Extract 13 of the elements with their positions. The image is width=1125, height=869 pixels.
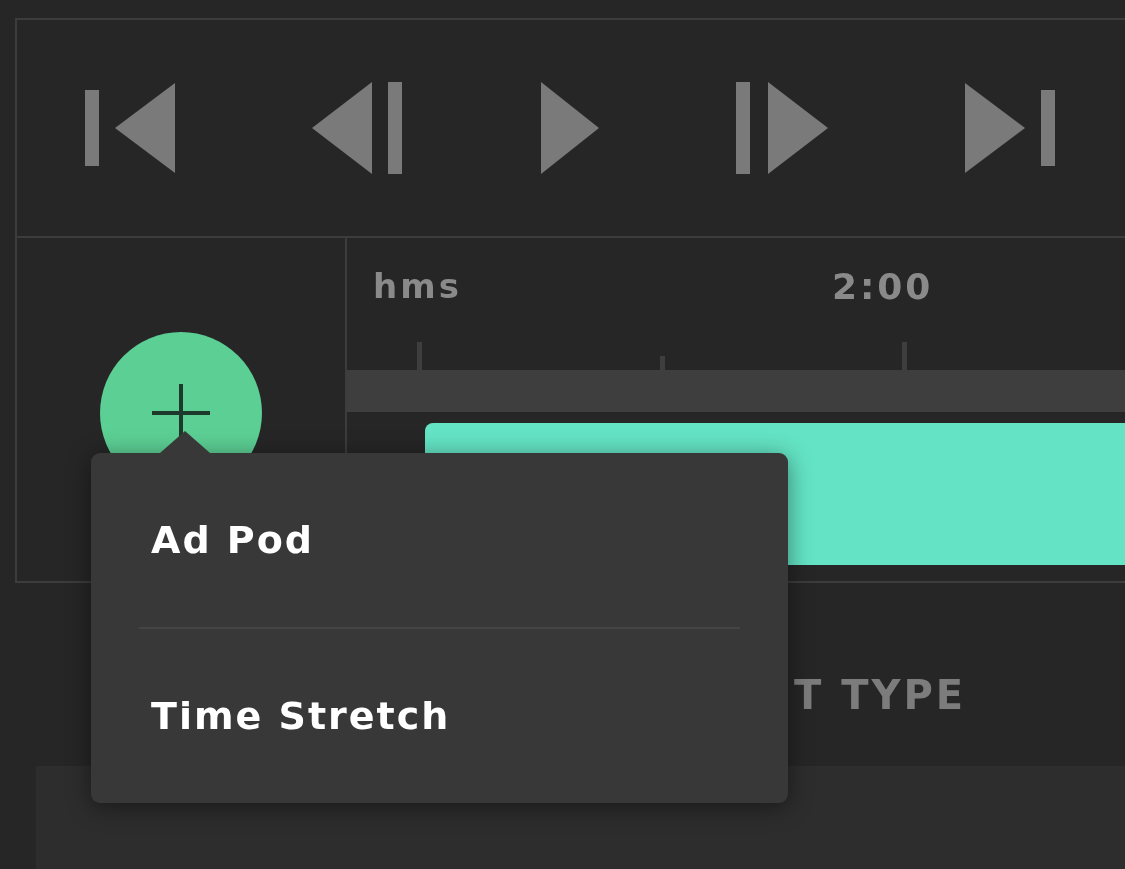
skip-back-icon[interactable] <box>85 83 176 173</box>
tick-mark <box>902 342 907 370</box>
step-back-icon[interactable] <box>312 82 405 174</box>
section-heading: T TYPE <box>794 672 967 718</box>
menu-item[interactable]: Time Stretch <box>139 629 740 803</box>
tick-mark <box>660 356 665 370</box>
step-forward-icon[interactable] <box>735 82 828 174</box>
ruler-time-label: 2:00 <box>831 265 934 307</box>
tick-mark <box>417 342 422 370</box>
time-unit-label: hms <box>373 266 462 306</box>
skip-forward-icon[interactable] <box>964 83 1055 173</box>
play-icon[interactable] <box>541 82 599 174</box>
menu-item[interactable]: Ad Pod <box>139 453 740 627</box>
